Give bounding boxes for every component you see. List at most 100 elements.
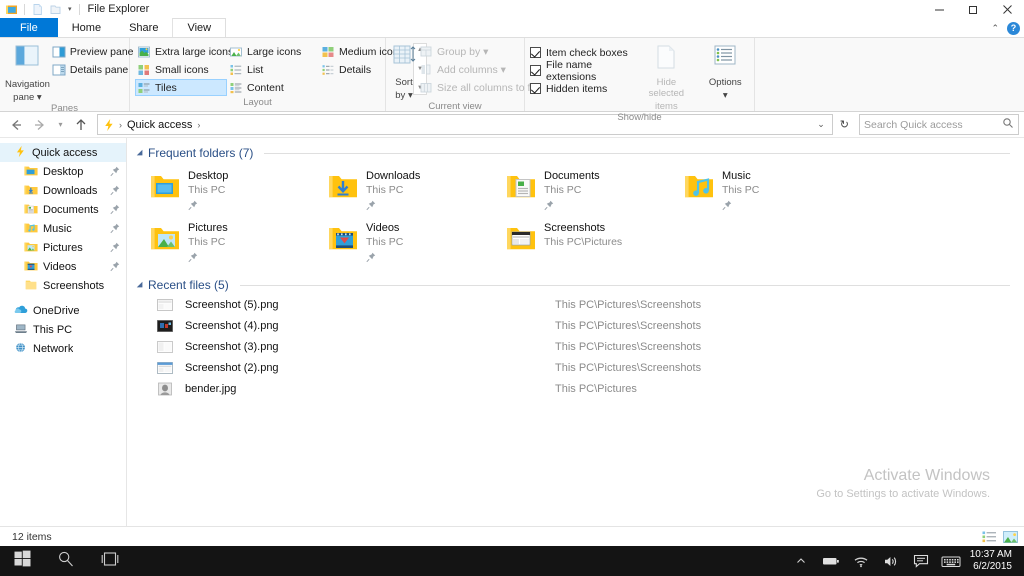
- large-icons-view-icon[interactable]: [1003, 530, 1018, 544]
- forward-button[interactable]: [29, 114, 51, 136]
- pin-icon[interactable]: [110, 185, 120, 196]
- details-view-icon[interactable]: [982, 530, 997, 544]
- hidden-items-checkbox[interactable]: [530, 83, 541, 94]
- pin-icon[interactable]: [544, 198, 554, 211]
- sidebar-item-downloads[interactable]: Downloads: [0, 181, 126, 200]
- clock[interactable]: 10:37 AM 6/2/2015: [966, 549, 1020, 573]
- folder-tile-desktop[interactable]: Desktop This PC: [141, 164, 319, 216]
- windows-start-button[interactable]: [0, 546, 44, 576]
- folder-tile-videos[interactable]: Videos This PC: [319, 216, 497, 268]
- recent-file-row[interactable]: bender.jpg This PC\Pictures: [127, 378, 1024, 399]
- options-button[interactable]: Options ▾: [702, 41, 749, 112]
- system-tray: 10:37 AM 6/2/2015: [786, 546, 1024, 576]
- folder-tile-pictures[interactable]: Pictures This PC: [141, 216, 319, 268]
- taskbar-search-button[interactable]: [44, 546, 88, 576]
- sidebar-item-screenshots[interactable]: Screenshots: [0, 276, 126, 295]
- recent-locations-button[interactable]: ▾: [53, 114, 68, 136]
- close-button[interactable]: [990, 0, 1024, 18]
- search-input[interactable]: Search Quick access: [864, 119, 1002, 131]
- layout-small-icons[interactable]: Small icons: [135, 61, 227, 78]
- sidebar-item-quick-access[interactable]: Quick access: [0, 143, 126, 162]
- group-by-button[interactable]: Group by ▾: [417, 43, 541, 60]
- recent-file-row[interactable]: Screenshot (3).png This PC\Pictures\Scre…: [127, 336, 1024, 357]
- hide-selected-items-button[interactable]: Hide selected items: [639, 41, 693, 112]
- new-folder-icon[interactable]: [48, 2, 63, 17]
- breadcrumb-quick-access[interactable]: Quick access: [125, 119, 194, 131]
- layout-tiles[interactable]: Tiles: [135, 79, 227, 96]
- sidebar-label-downloads: Downloads: [43, 184, 98, 197]
- sidebar-item-network[interactable]: Network: [0, 339, 126, 358]
- wifi-icon[interactable]: [846, 546, 876, 576]
- recent-file-row[interactable]: Screenshot (5).png This PC\Pictures\Scre…: [127, 294, 1024, 315]
- file-name-extensions-checkbox[interactable]: [530, 65, 541, 76]
- recent-file-row[interactable]: Screenshot (4).png This PC\Pictures\Scre…: [127, 315, 1024, 336]
- tab-file[interactable]: File: [0, 18, 58, 37]
- volume-icon[interactable]: [876, 546, 906, 576]
- folder-tile-screenshots[interactable]: Screenshots This PC\Pictures: [497, 216, 675, 268]
- minimize-button[interactable]: [922, 0, 956, 18]
- back-button[interactable]: [5, 114, 27, 136]
- breadcrumb-separator-end[interactable]: ›: [197, 120, 200, 130]
- item-check-boxes-checkbox[interactable]: [530, 47, 541, 58]
- large-icons-icon: [229, 45, 243, 59]
- action-center-icon[interactable]: [906, 546, 936, 576]
- pin-icon[interactable]: [366, 250, 376, 263]
- details-pane-button[interactable]: Details pane: [50, 61, 139, 78]
- layout-extra-large-icons[interactable]: Extra large icons: [135, 43, 233, 60]
- hidden-items-option[interactable]: Hidden items: [530, 80, 631, 97]
- sidebar-item-desktop[interactable]: Desktop: [0, 162, 126, 181]
- sidebar-item-music[interactable]: Music: [0, 219, 126, 238]
- up-button[interactable]: [70, 114, 92, 136]
- pin-icon[interactable]: [188, 198, 198, 211]
- preview-pane-button[interactable]: Preview pane: [50, 43, 139, 60]
- search-box[interactable]: Search Quick access: [859, 114, 1019, 135]
- pictures-folder-icon: [24, 240, 38, 256]
- pin-icon[interactable]: [722, 198, 732, 211]
- pin-icon[interactable]: [366, 198, 376, 211]
- sidebar-item-onedrive[interactable]: OneDrive: [0, 301, 126, 320]
- recent-file-name: Screenshot (4).png: [185, 319, 279, 332]
- sidebar-item-this-pc[interactable]: This PC: [0, 320, 126, 339]
- customize-toolbar-chevron-icon[interactable]: ▾: [66, 6, 74, 13]
- frequent-folders-header[interactable]: Frequent folders (7): [127, 138, 1024, 160]
- layout-list[interactable]: List: [227, 61, 319, 78]
- properties-icon[interactable]: [30, 2, 45, 17]
- add-columns-button[interactable]: Add columns ▾: [417, 61, 541, 78]
- recent-files-header[interactable]: Recent files (5): [127, 268, 1024, 292]
- pin-icon[interactable]: [110, 223, 120, 234]
- folder-tile-downloads[interactable]: Downloads This PC: [319, 164, 497, 216]
- task-view-button[interactable]: [88, 546, 132, 576]
- pin-icon[interactable]: [110, 204, 120, 215]
- sidebar-item-videos[interactable]: Videos: [0, 257, 126, 276]
- maximize-button[interactable]: [956, 0, 990, 18]
- folder-tile-documents[interactable]: Documents This PC: [497, 164, 675, 216]
- navigation-pane-button[interactable]: Navigation pane ▾: [5, 41, 50, 103]
- layout-content[interactable]: Content: [227, 79, 319, 96]
- pin-icon[interactable]: [110, 242, 120, 253]
- help-icon[interactable]: ?: [1007, 22, 1020, 35]
- battery-icon[interactable]: [816, 546, 846, 576]
- search-icon[interactable]: [1002, 116, 1014, 134]
- sidebar-item-pictures[interactable]: Pictures: [0, 238, 126, 257]
- size-all-columns-button[interactable]: Size all columns to fit: [417, 79, 541, 96]
- collapse-triangle-icon[interactable]: [136, 281, 146, 290]
- sidebar-item-documents[interactable]: Documents: [0, 200, 126, 219]
- collapse-triangle-icon[interactable]: [136, 149, 146, 158]
- pin-icon[interactable]: [110, 166, 120, 177]
- pin-icon[interactable]: [110, 261, 120, 272]
- tab-home[interactable]: Home: [58, 18, 115, 37]
- chevron-up-icon[interactable]: ⌃: [991, 23, 999, 34]
- pin-icon[interactable]: [188, 250, 198, 263]
- recent-file-row[interactable]: Screenshot (2).png This PC\Pictures\Scre…: [127, 357, 1024, 378]
- keyboard-icon[interactable]: [936, 546, 966, 576]
- file-name-extensions-option[interactable]: File name extensions: [530, 59, 631, 83]
- tab-share[interactable]: Share: [115, 18, 172, 37]
- folder-tile-music[interactable]: Music This PC: [675, 164, 853, 216]
- refresh-button[interactable]: ↻: [835, 118, 854, 131]
- layout-large-icons[interactable]: Large icons: [227, 43, 319, 60]
- sort-by-button[interactable]: Sort by ▾: [391, 41, 417, 101]
- address-dropdown-icon[interactable]: ⌄: [812, 119, 830, 130]
- tab-view[interactable]: View: [172, 18, 227, 37]
- show-hidden-icons-icon[interactable]: [786, 546, 816, 576]
- options-dropdown-icon[interactable]: ▾: [723, 90, 728, 101]
